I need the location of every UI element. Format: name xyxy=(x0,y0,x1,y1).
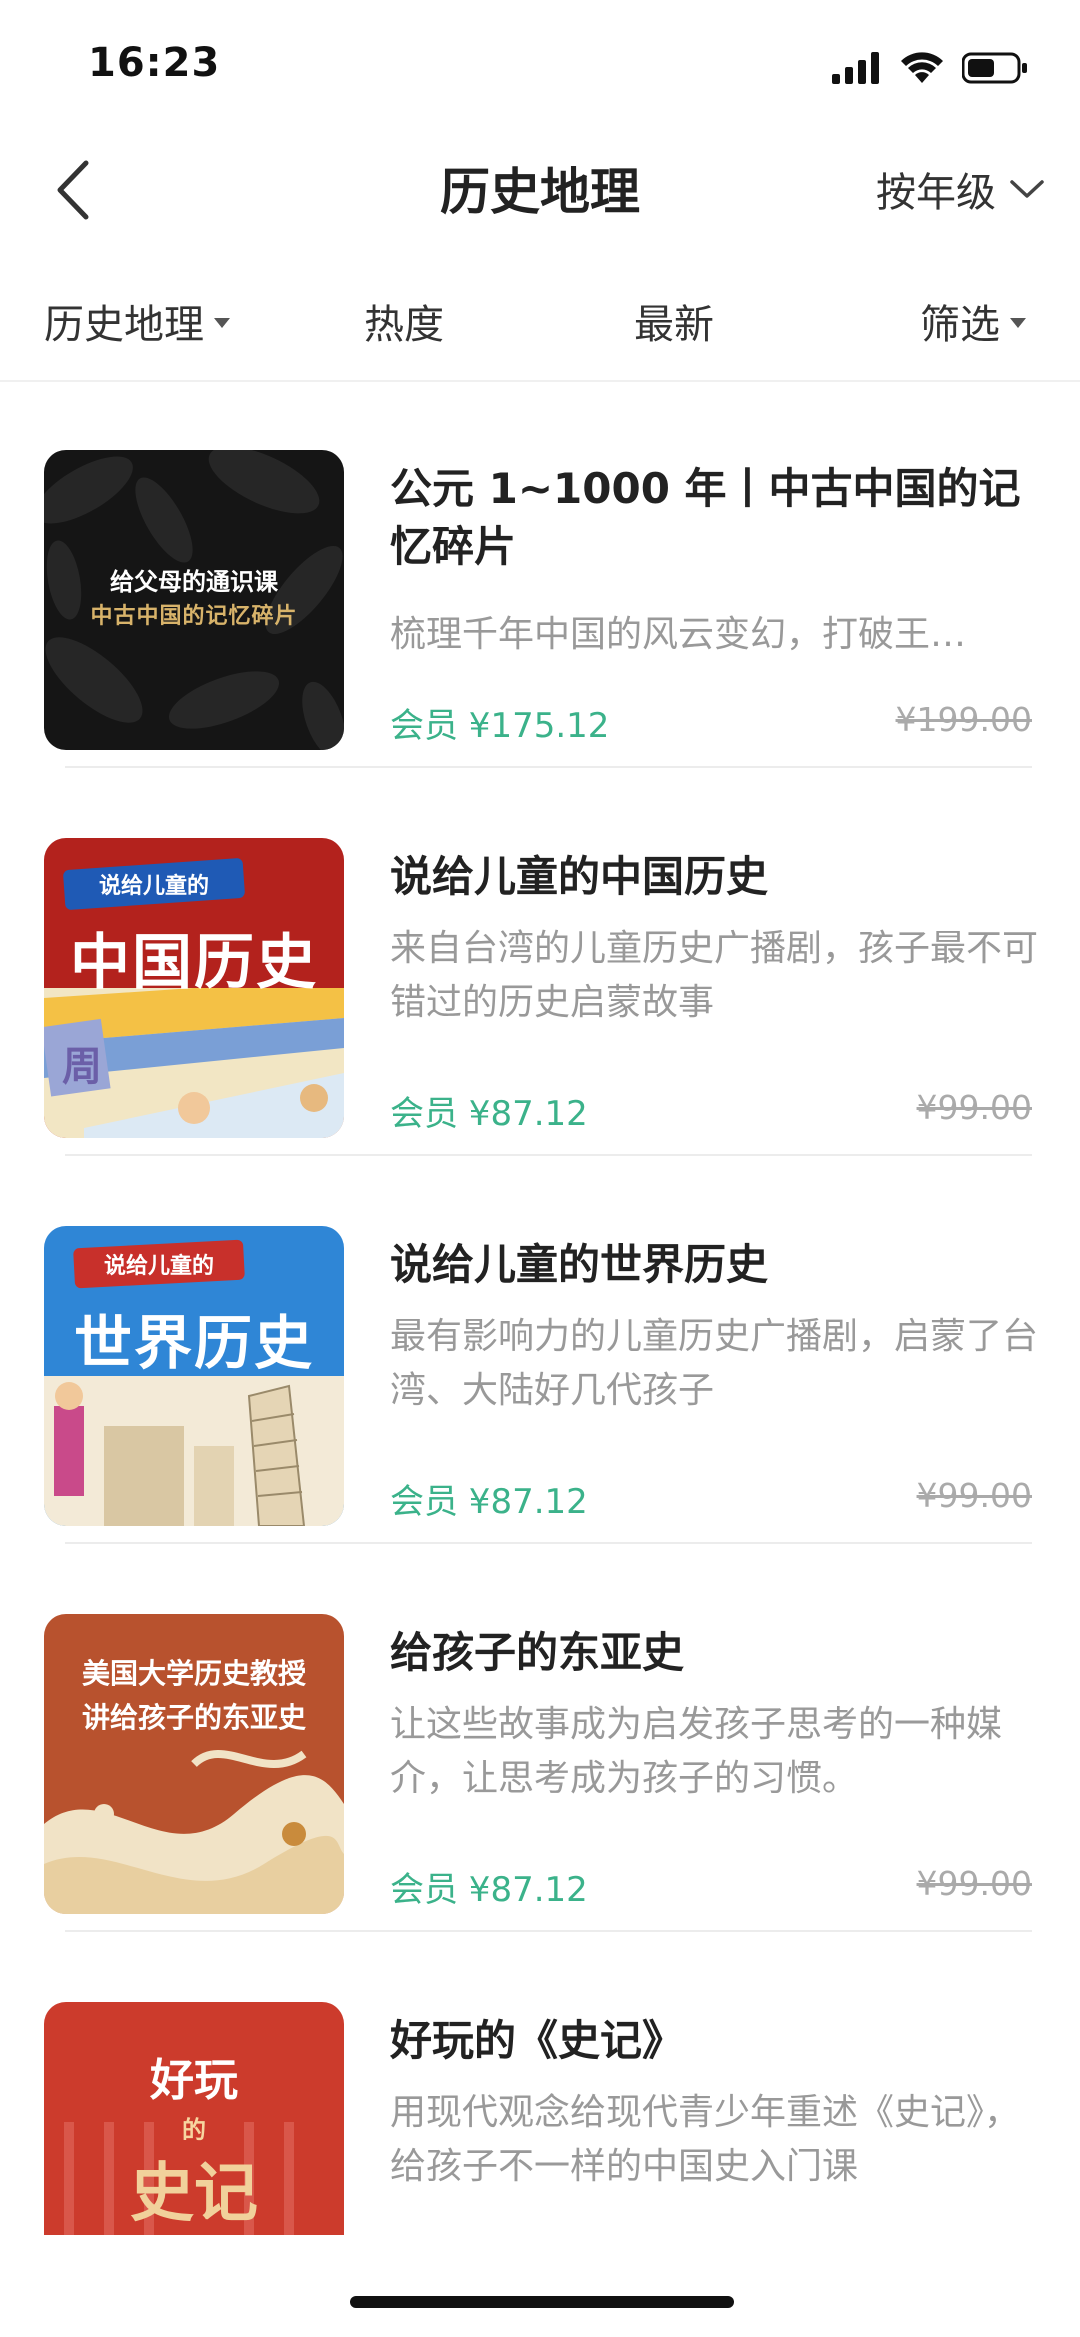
course-desc: 让这些故事成为启发孩子思考的一种媒介，让思考成为孩子的习惯。 xyxy=(390,1704,1003,1799)
course-desc: 最有影响力的儿童历史广播剧，启蒙了台湾、大陆好几代孩子 xyxy=(390,1316,1039,1411)
course-cover: 说给儿童的 世界历史 xyxy=(44,1226,344,1526)
course-cover: 给父母的通识课 中古中国的记忆碎片 xyxy=(44,450,344,750)
bottom-safe-area xyxy=(0,2235,1080,2337)
course-desc: 来自台湾的儿童历史广播剧，孩子最不可错过的历史启蒙故事 xyxy=(390,928,1039,1023)
course-title: 给孩子的东亚史 xyxy=(390,1628,685,1677)
course-title: 好玩的《史记》 xyxy=(390,2016,685,2065)
member-price: 会员 ¥87.12 xyxy=(390,1482,588,1522)
cover-illustration xyxy=(54,1382,306,1526)
status-bar: 16:23 xyxy=(0,0,1080,130)
home-indicator[interactable] xyxy=(350,2296,734,2308)
original-price: ¥99.00 xyxy=(916,1088,1032,1127)
cover-line-2: 的 xyxy=(182,2115,206,2144)
cover-line-3: 史记 xyxy=(130,2156,258,2231)
wifi-icon xyxy=(901,52,943,83)
original-price: ¥199.00 xyxy=(895,700,1032,739)
dropdown-triangle-icon xyxy=(1010,318,1026,328)
cover-seal: 周 xyxy=(62,1043,102,1090)
cover-big-title: 世界历史 xyxy=(73,1309,314,1377)
cover-line-1: 给父母的通识课 xyxy=(110,567,278,596)
filter-latest-label: 最新 xyxy=(634,302,714,348)
nav-bar: 历史地理 按年级 xyxy=(0,130,1080,250)
filter-popularity[interactable]: 热度 xyxy=(364,292,444,350)
battery-icon xyxy=(962,52,1027,84)
course-title: 公元 1~1000 年丨中古中国的记忆碎片 xyxy=(390,464,1021,571)
filter-popularity-label: 热度 xyxy=(364,302,444,348)
course-item[interactable]: 美国大学历史教授 讲给孩子的东亚史 给孩子的东亚史 让这些故事成为启发孩子思考的… xyxy=(0,1544,1080,1932)
cover-ribbon-text: 说给儿童的 xyxy=(103,1253,214,1279)
filter-category[interactable]: 历史地理 xyxy=(44,292,230,350)
cover-line-1: 好玩 xyxy=(150,2055,238,2106)
chevron-down-icon xyxy=(1010,180,1044,198)
grade-select[interactable]: 按年级 xyxy=(876,160,1044,218)
course-title: 说给儿童的中国历史 xyxy=(390,852,769,901)
member-price: 会员 ¥175.12 xyxy=(390,706,610,746)
original-price: ¥99.00 xyxy=(916,1864,1032,1903)
member-price: 会员 ¥87.12 xyxy=(390,1094,588,1134)
grade-select-label: 按年级 xyxy=(876,170,996,216)
member-price: 会员 ¥87.12 xyxy=(390,1870,588,1910)
cellular-signal-icon xyxy=(832,52,879,84)
original-price: ¥99.00 xyxy=(916,1476,1032,1515)
course-cover: 美国大学历史教授 讲给孩子的东亚史 xyxy=(44,1614,344,1914)
course-item[interactable]: 给父母的通识课 中古中国的记忆碎片 公元 1~1000 年丨中古中国的记忆碎片 … xyxy=(0,380,1080,768)
course-desc: 用现代观念给现代青少年重述《史记》，给孩子不一样的中国史入门课 xyxy=(390,2092,1021,2187)
cover-line-1: 美国大学历史教授 xyxy=(81,1657,306,1690)
filter-latest[interactable]: 最新 xyxy=(634,292,714,350)
dropdown-triangle-icon xyxy=(214,318,230,328)
filter-category-label: 历史地理 xyxy=(44,302,204,348)
status-icons xyxy=(832,48,1028,88)
filter-screen[interactable]: 筛选 xyxy=(920,292,1026,350)
course-item[interactable]: 说给儿童的 世界历史 说给儿童的世界历史 最有影响力的儿童历史广播剧，启蒙了台湾… xyxy=(0,1156,1080,1544)
course-desc: 梳理千年中国的风云变幻，打破王… xyxy=(390,614,967,655)
cover-line-2: 讲给孩子的东亚史 xyxy=(81,1701,306,1734)
cover-line-2: 中古中国的记忆碎片 xyxy=(90,603,298,629)
cover-big-title: 中国历史 xyxy=(70,928,318,998)
cover-ribbon-text: 说给儿童的 xyxy=(98,873,209,899)
status-time: 16:23 xyxy=(88,40,221,86)
course-title: 说给儿童的世界历史 xyxy=(390,1240,769,1289)
filter-screen-label: 筛选 xyxy=(920,302,1000,348)
filter-bar: 历史地理 热度 最新 筛选 xyxy=(0,270,1080,382)
course-cover: 说给儿童的 中国历史 周 xyxy=(44,838,344,1138)
course-item[interactable]: 说给儿童的 中国历史 周 说给儿童的中国历史 来自台湾的儿童历史广播剧，孩子最不… xyxy=(0,768,1080,1156)
